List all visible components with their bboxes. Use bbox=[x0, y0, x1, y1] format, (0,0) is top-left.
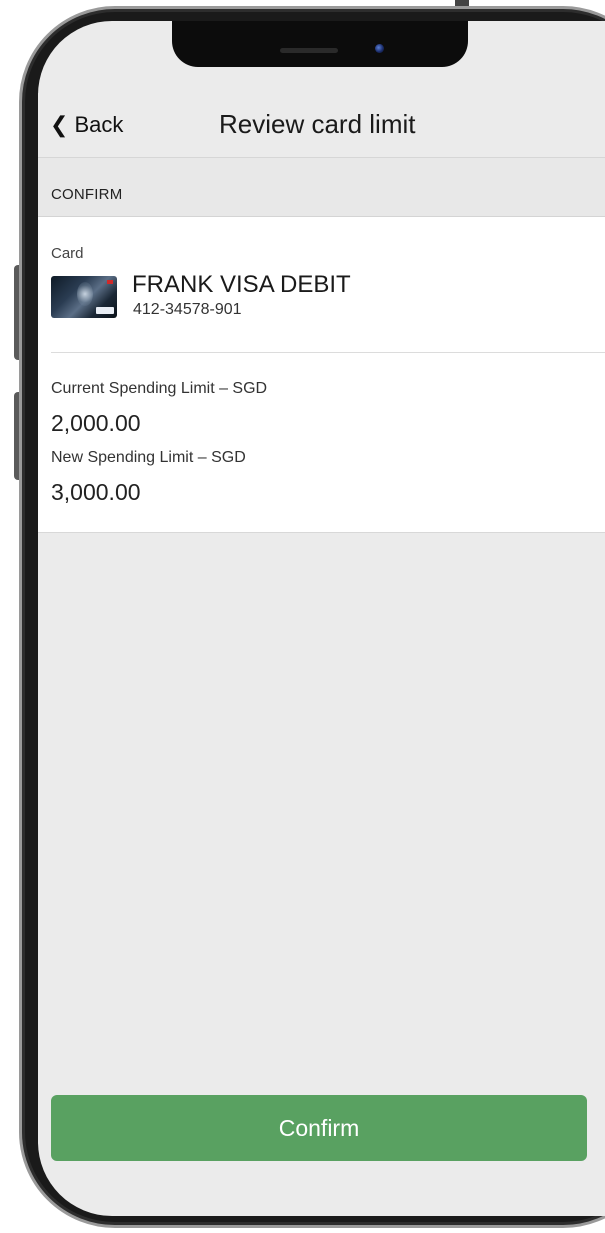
device-stage: ❮ Back Review card limit CONFIRM Card FR… bbox=[0, 0, 605, 1233]
nav-bar: ❮ Back Review card limit bbox=[38, 93, 605, 158]
phone-screen: ❮ Back Review card limit CONFIRM Card FR… bbox=[38, 21, 605, 1216]
review-panel: Card FRANK VISA DEBIT 412-34578-901 Curr… bbox=[38, 217, 605, 533]
card-name: FRANK VISA DEBIT bbox=[132, 271, 351, 298]
front-camera bbox=[375, 44, 384, 53]
card-label: Card bbox=[51, 245, 84, 262]
card-visa-mark bbox=[96, 307, 114, 314]
section-header-label: CONFIRM bbox=[51, 186, 123, 203]
card-bank-mark bbox=[107, 280, 113, 284]
chevron-left-icon: ❮ bbox=[50, 112, 69, 137]
notch bbox=[172, 21, 468, 67]
current-limit-value: 2,000.00 bbox=[51, 410, 141, 436]
new-limit-label: New Spending Limit – SGD bbox=[51, 449, 246, 466]
section-header: CONFIRM bbox=[38, 158, 605, 217]
page-title: Review card limit bbox=[219, 109, 416, 139]
new-limit-value: 3,000.00 bbox=[51, 479, 141, 505]
confirm-button[interactable]: Confirm bbox=[51, 1095, 587, 1161]
speaker-grill bbox=[280, 48, 338, 53]
card-art-light bbox=[77, 282, 93, 306]
back-button[interactable]: ❮ Back bbox=[50, 110, 123, 140]
card-number: 412-34578-901 bbox=[133, 301, 242, 318]
card-image bbox=[51, 276, 117, 318]
current-limit-label: Current Spending Limit – SGD bbox=[51, 380, 268, 397]
back-label: Back bbox=[74, 112, 124, 137]
divider bbox=[51, 352, 605, 353]
